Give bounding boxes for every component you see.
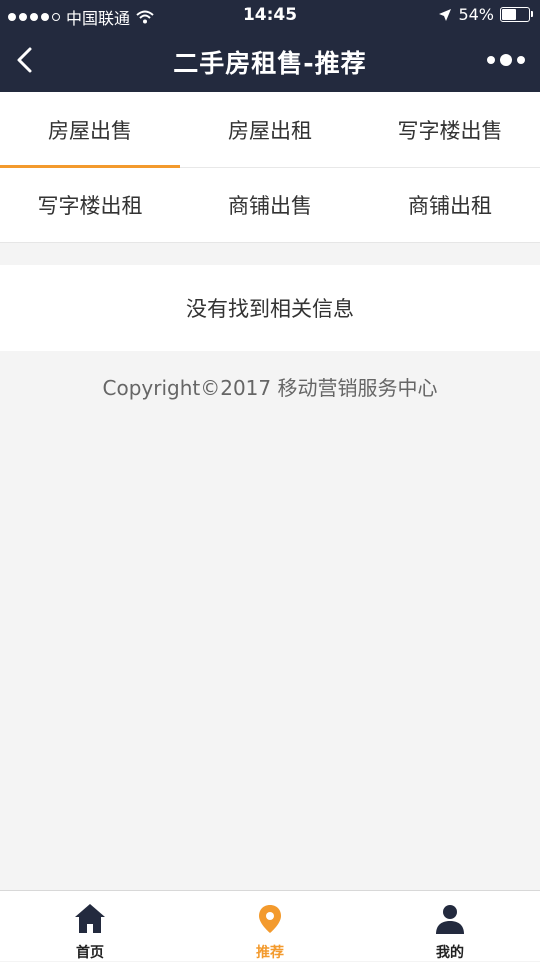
tab-office-rent[interactable]: 写字楼出租 [0, 167, 180, 242]
bottom-tab-label: 我的 [436, 945, 464, 961]
battery-icon [500, 7, 533, 22]
bottom-tab-bar: 首页 推荐 我的 [0, 890, 540, 961]
copyright-text: Copyright©2017 移动营销服务中心 [102, 376, 438, 400]
tab-house-rent[interactable]: 房屋出租 [180, 92, 360, 167]
bottom-tab-label: 推荐 [256, 945, 284, 961]
navigation-bar: 二手房租售-推荐 [0, 30, 540, 92]
category-tabs: 房屋出售 房屋出租 写字楼出售 写字楼出租 商铺出售 商铺出租 [0, 92, 540, 243]
bottom-tab-label: 首页 [76, 945, 104, 961]
status-bar: 中国联通 14:45 54% [0, 0, 540, 30]
more-options-icon[interactable] [486, 48, 526, 72]
bottom-tab-recommend[interactable]: 推荐 [180, 891, 360, 961]
bottom-tab-home[interactable]: 首页 [0, 891, 180, 961]
recommend-icon [259, 905, 281, 933]
tab-office-sale[interactable]: 写字楼出售 [360, 92, 540, 167]
home-icon [75, 904, 105, 933]
battery-percent: 54% [458, 5, 494, 24]
tab-shop-rent[interactable]: 商铺出租 [360, 167, 540, 242]
tab-house-sale[interactable]: 房屋出售 [0, 92, 180, 168]
tab-shop-sale[interactable]: 商铺出售 [180, 167, 360, 242]
location-arrow-icon [439, 8, 452, 21]
bottom-tab-mine[interactable]: 我的 [360, 891, 540, 961]
user-icon [436, 905, 464, 934]
top-bar: 中国联通 14:45 54% 二手房租售-推荐 [0, 0, 540, 92]
empty-result-message: 没有找到相关信息 [0, 265, 540, 351]
page-title: 二手房租售-推荐 [173, 49, 367, 78]
